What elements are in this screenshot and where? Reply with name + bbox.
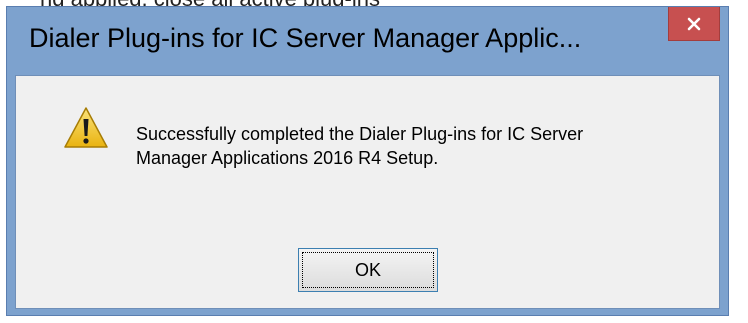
dialog-window: Dialer Plug-ins for IC Server Manager Ap… [6, 6, 729, 316]
close-button[interactable] [668, 7, 720, 41]
message-line-2: Manager Applications 2016 R4 Setup. [136, 148, 439, 168]
ok-button[interactable]: OK [298, 248, 438, 292]
dialog-title: Dialer Plug-ins for IC Server Manager Ap… [29, 23, 582, 53]
close-icon [687, 17, 701, 30]
ok-button-label: OK [354, 259, 381, 280]
dialog-body: Successfully completed the Dialer Plug-i… [15, 75, 720, 309]
message-text: Successfully completed the Dialer Plug-i… [136, 122, 696, 170]
message-line-1: Successfully completed the Dialer Plug-i… [136, 124, 584, 144]
warning-icon [64, 107, 108, 148]
title-bar[interactable]: Dialer Plug-ins for IC Server Manager Ap… [7, 7, 728, 75]
